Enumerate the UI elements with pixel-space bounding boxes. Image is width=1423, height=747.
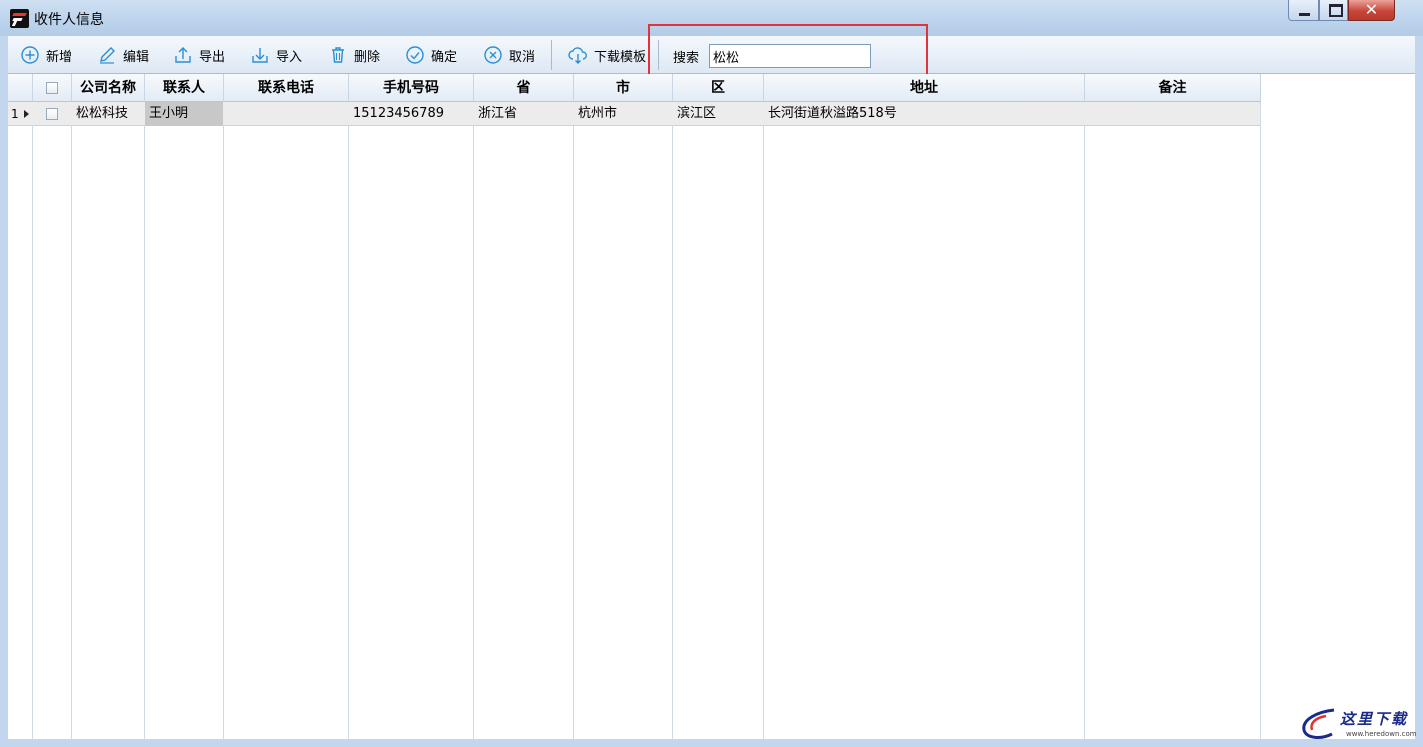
cell-province[interactable]: 浙江省 (474, 102, 573, 126)
cell-district[interactable]: 滨江区 (673, 102, 763, 126)
cell-phone[interactable] (224, 102, 348, 126)
upload-icon (175, 47, 191, 63)
column-header-company[interactable]: 公司名称 (72, 74, 145, 102)
window-title: 收件人信息 (34, 12, 104, 28)
close-button[interactable]: ✕ (1348, 0, 1395, 21)
export-button-label: 导出 (199, 49, 226, 65)
column-header-mobile[interactable]: 手机号码 (349, 74, 474, 102)
toolbar: 新增 编辑 导出 导入 删除 确定 取消 下载模板 搜索 (8, 36, 1415, 74)
download-template-button[interactable]: 下载模板 (568, 44, 646, 66)
column-divider (672, 102, 673, 739)
toolbar-separator (551, 40, 552, 70)
trash-icon (332, 47, 344, 63)
confirm-button-label: 确定 (431, 49, 458, 65)
row-number: 1 (11, 107, 19, 121)
watermark-logo: 这里下载 www.heredown.com (1296, 706, 1418, 744)
add-button[interactable]: 新增 (20, 44, 72, 66)
search-label: 搜索 (673, 51, 700, 66)
row-checkbox[interactable] (46, 108, 58, 120)
column-divider (71, 102, 72, 739)
current-row-arrow-icon (24, 110, 29, 118)
column-divider (32, 102, 33, 739)
cell-note[interactable] (1085, 102, 1260, 126)
maximize-button[interactable] (1319, 0, 1348, 21)
select-all-header (33, 74, 72, 102)
check-circle-icon (406, 46, 424, 64)
column-header-city[interactable]: 市 (574, 74, 673, 102)
cell-company[interactable]: 松松科技 (72, 102, 144, 126)
export-button[interactable]: 导出 (173, 44, 225, 66)
row-header-corner (8, 74, 33, 102)
import-button-label: 导入 (276, 49, 303, 65)
plus-circle-icon (21, 46, 39, 64)
cancel-button[interactable]: 取消 (483, 44, 535, 66)
column-divider (573, 102, 574, 739)
recipient-grid: 公司名称 联系人 联系电话 手机号码 省 市 区 地址 备注 1 松松科技 王小… (8, 74, 1415, 739)
import-button[interactable]: 导入 (250, 44, 302, 66)
watermark-text: 这里下载 (1340, 710, 1409, 728)
window-frame-left (0, 36, 8, 747)
column-divider (144, 102, 145, 739)
confirm-button[interactable]: 确定 (405, 44, 457, 66)
column-divider (1084, 102, 1085, 739)
pencil-icon (100, 47, 115, 64)
watermark-swoosh-icon (1302, 708, 1335, 739)
cell-mobile[interactable]: 15123456789 (349, 102, 473, 126)
column-header-address[interactable]: 地址 (764, 74, 1085, 102)
cell-contact[interactable]: 王小明 (145, 102, 223, 126)
column-header-province[interactable]: 省 (474, 74, 574, 102)
column-divider (763, 102, 764, 739)
delete-button-label: 删除 (354, 49, 381, 65)
edit-button-label: 编辑 (123, 49, 150, 65)
app-logo-icon (10, 9, 29, 28)
x-circle-icon (484, 46, 502, 64)
edit-button[interactable]: 编辑 (97, 44, 149, 66)
cell-address[interactable]: 长河街道秋溢路518号 (764, 102, 1084, 126)
select-all-checkbox[interactable] (46, 82, 58, 94)
column-divider (223, 102, 224, 739)
column-divider (1260, 102, 1261, 739)
add-button-label: 新增 (46, 49, 73, 65)
toolbar-separator (658, 40, 659, 70)
column-header-phone[interactable]: 联系电话 (224, 74, 349, 102)
maximize-icon (1329, 4, 1343, 17)
cancel-button-label: 取消 (509, 49, 536, 65)
column-divider (348, 102, 349, 739)
close-icon: ✕ (1364, 0, 1379, 19)
column-divider (473, 102, 474, 739)
download-template-label: 下载模板 (594, 49, 647, 65)
minimize-button[interactable] (1288, 0, 1319, 21)
delete-button[interactable]: 删除 (328, 44, 380, 66)
watermark-url: www.heredown.com (1346, 730, 1417, 738)
window-frame-bottom (0, 739, 1423, 747)
column-header-note[interactable]: 备注 (1085, 74, 1261, 102)
title-bar (0, 0, 1423, 36)
column-header-contact[interactable]: 联系人 (145, 74, 224, 102)
cell-city[interactable]: 杭州市 (574, 102, 672, 126)
window-frame-right (1415, 36, 1423, 747)
download-icon (252, 48, 268, 63)
minimize-icon (1299, 13, 1310, 16)
search-input[interactable] (709, 44, 871, 68)
column-header-district[interactable]: 区 (673, 74, 764, 102)
cloud-download-icon (568, 47, 587, 64)
